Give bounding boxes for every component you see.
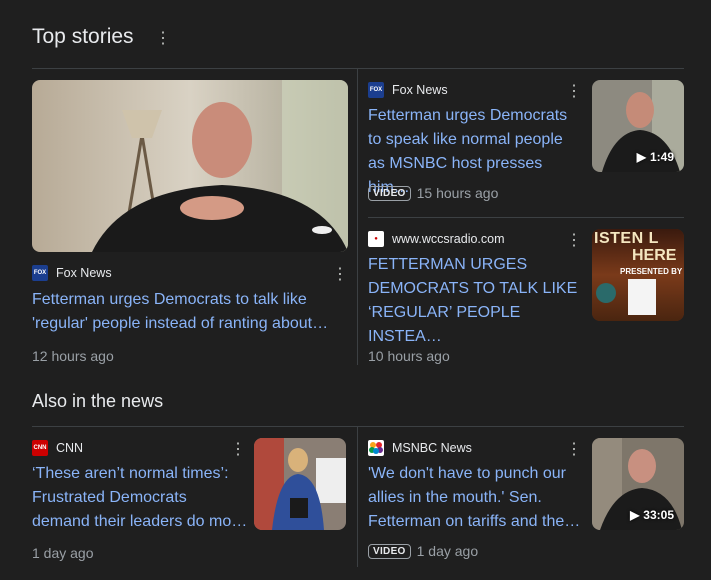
story-thumbnail[interactable] [32, 80, 348, 252]
news-meta: VIDEO 1 day ago [368, 543, 478, 561]
headline-line: FETTERMAN URGES [368, 256, 528, 273]
story-source[interactable]: FOX Fox News [368, 82, 448, 98]
news-source[interactable]: MSNBC News [368, 440, 472, 456]
thumb-text: HERE [632, 247, 677, 264]
headline-line: Fetterman urges Democrats to talk like [32, 291, 307, 308]
video-badge: VIDEO [368, 186, 411, 202]
video-duration: ▶ 33:05 [630, 508, 674, 522]
duration-label: 1:49 [649, 150, 674, 164]
source-name: Fox News [56, 266, 112, 280]
story-card[interactable]: FOX Fox News ⋮ Fetterman urges Democrats… [368, 80, 684, 210]
headline-line: allies in the mouth.' Sen. [368, 489, 542, 506]
headline-line: ‘REGULAR’ PEOPLE INSTEA… [368, 304, 521, 345]
news-card[interactable]: CNN CNN ⋮ ‘These aren’t normal times’: F… [32, 438, 348, 568]
story-thumbnail[interactable]: ▶ 1:49 [592, 80, 684, 172]
fox-news-icon: FOX [368, 82, 384, 98]
headline-line: 'regular' people instead of ranting abou… [32, 315, 329, 332]
source-name: CNN [56, 441, 84, 455]
source-name: Fox News [392, 83, 448, 97]
duration-label: 33:05 [643, 508, 674, 522]
headline-line: Fetterman on tariffs and the… [368, 513, 581, 530]
headline-line: to speak like normal people [368, 131, 563, 148]
fox-news-icon: FOX [32, 265, 48, 281]
msnbc-peacock-icon [368, 440, 384, 456]
headline-line: Fetterman urges Democrats [368, 107, 568, 124]
news-time: 1 day ago [416, 543, 479, 559]
news-card[interactable]: MSNBC News ⋮ 'We don't have to punch our… [368, 438, 684, 568]
news-source[interactable]: CNN CNN [32, 440, 83, 456]
cnn-icon: CNN [32, 440, 48, 456]
headline-line: 'We don't have to punch our [368, 465, 566, 482]
story-time: 10 hours ago [368, 348, 450, 364]
thumb-text: ISTEN L [594, 230, 659, 247]
story-card-large[interactable]: FOX Fox News ⋮ Fetterman urges Democrats… [32, 80, 348, 365]
story-meta: VIDEO 15 hours ago [368, 185, 498, 203]
divider [32, 68, 684, 69]
headline-line: ‘These aren’t normal times’: [32, 465, 229, 482]
news-thumbnail[interactable]: ▶ 33:05 [592, 438, 684, 530]
story-headline[interactable]: Fetterman urges Democrats to talk like '… [32, 288, 348, 336]
story-more-icon[interactable]: ⋮ [566, 84, 582, 100]
story-more-icon[interactable]: ⋮ [332, 267, 348, 283]
news-headline[interactable]: 'We don't have to punch our allies in th… [368, 462, 584, 534]
thumb-logo [596, 283, 616, 303]
divider [32, 426, 684, 427]
story-card[interactable]: ● www.wccsradio.com ⋮ FETTERMAN URGES DE… [368, 229, 684, 365]
divider [357, 427, 358, 567]
peacock-shape [369, 442, 383, 454]
video-duration: ▶ 1:49 [637, 150, 674, 164]
news-more-icon[interactable]: ⋮ [230, 442, 246, 458]
story-more-icon[interactable]: ⋮ [566, 233, 582, 249]
story-image [32, 80, 348, 252]
news-thumbnail[interactable] [254, 438, 346, 530]
play-icon: ▶ [630, 508, 640, 522]
headline-line: Frustrated Democrats [32, 489, 187, 506]
story-source[interactable]: FOX Fox News [32, 265, 112, 281]
news-image [254, 438, 346, 530]
news-more-icon[interactable]: ⋮ [566, 442, 582, 458]
story-thumbnail[interactable]: ISTEN L HERE PRESENTED BY [592, 229, 684, 321]
story-source[interactable]: ● www.wccsradio.com [368, 231, 505, 247]
also-in-news-heading: Also in the news [32, 391, 164, 411]
story-headline[interactable]: FETTERMAN URGES DEMOCRATS TO TALK LIKE ‘… [368, 253, 584, 349]
thumb-text: PRESENTED BY [620, 267, 683, 276]
divider [357, 69, 358, 365]
video-badge: VIDEO [368, 544, 411, 560]
source-name: www.wccsradio.com [392, 232, 505, 246]
headline-line: demand their leaders do mo… [32, 513, 248, 530]
divider [368, 217, 684, 218]
thumb-poster [628, 279, 656, 315]
top-stories-heading: Top stories [32, 25, 134, 48]
story-time: 15 hours ago [416, 185, 499, 201]
top-stories-more-icon[interactable]: ⋮ [155, 31, 171, 47]
headline-line: DEMOCRATS TO TALK LIKE [368, 280, 578, 297]
wccs-radio-icon: ● [368, 231, 384, 247]
play-icon: ▶ [636, 150, 646, 164]
news-time: 1 day ago [32, 545, 94, 561]
source-name: MSNBC News [392, 441, 472, 455]
news-headline[interactable]: ‘These aren’t normal times’: Frustrated … [32, 462, 248, 534]
story-time: 12 hours ago [32, 348, 114, 364]
